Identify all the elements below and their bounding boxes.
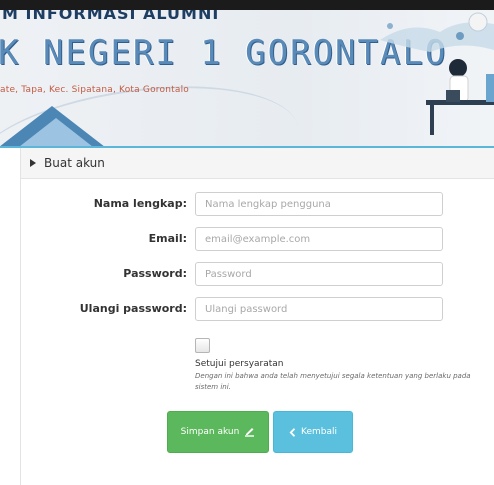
agree-description: Dengan ini bahwa anda telah menyetujui s… xyxy=(195,372,471,391)
banner-illustration xyxy=(380,12,494,135)
banner-subtitle: M INFORMASI ALUMNI xyxy=(2,10,220,23)
back-button[interactable]: Kembali xyxy=(273,411,353,453)
form-row-password: Password: xyxy=(21,262,491,288)
name-input[interactable] xyxy=(195,192,443,216)
banner-address: ate, Tapa, Kec. Sipatana, Kota Gorontalo xyxy=(0,85,189,95)
register-panel: Buat akun Nama lengkap: Email: Password:… xyxy=(20,148,494,485)
email-input[interactable] xyxy=(195,227,443,251)
password-input[interactable] xyxy=(195,262,443,286)
confirm-password-label: Ulangi password: xyxy=(79,302,187,315)
agree-title: Setujui persyaratan xyxy=(195,359,284,369)
form-row-email: Email: xyxy=(21,227,491,253)
agree-checkbox[interactable] xyxy=(195,338,210,353)
panel-title: Buat akun xyxy=(44,156,105,170)
banner-decor-triangle-light xyxy=(10,118,102,148)
header-banner: M INFORMASI ALUMNI K NEGERI 1 GORONTALO … xyxy=(0,10,494,148)
top-strip xyxy=(0,0,494,10)
form-row-confirm-password: Ulangi password: xyxy=(21,297,491,323)
save-account-label: Simpan akun xyxy=(180,427,240,437)
save-account-button[interactable]: Simpan akun xyxy=(167,411,269,453)
name-label: Nama lengkap: xyxy=(93,197,187,210)
chevron-left-icon xyxy=(289,427,296,437)
password-label: Password: xyxy=(123,267,187,280)
confirm-password-input[interactable] xyxy=(195,297,443,321)
form-row-name: Nama lengkap: xyxy=(21,192,491,218)
email-label: Email: xyxy=(148,232,187,245)
back-label: Kembali xyxy=(301,427,337,437)
caret-right-icon xyxy=(30,159,36,167)
panel-header[interactable]: Buat akun xyxy=(21,148,494,179)
edit-icon xyxy=(244,427,255,437)
